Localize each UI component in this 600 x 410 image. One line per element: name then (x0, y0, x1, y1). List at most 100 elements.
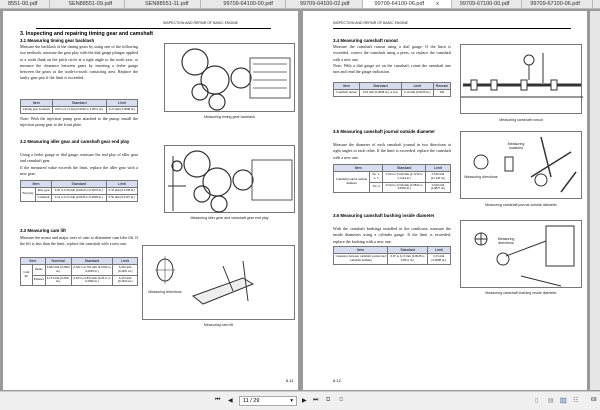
idler-gear-illustration (164, 145, 295, 213)
col-header: Standard (51, 180, 107, 188)
running-header: INSPECTION AND REPAIR OF BASIC ENGINE (333, 21, 409, 25)
table-3-4: Item Standard Limit Remark Camshaft runout 0… (333, 82, 452, 97)
heading-3-3: 3.3 Measuring cam lift (20, 228, 66, 233)
cell: No. 1, 2, 3 (368, 171, 384, 183)
cell: 53.90 mm [2.1220 in.] (424, 171, 452, 183)
table-3-2: Item Standard Limit End play Idler gear 0.05… (19, 180, 139, 202)
page-number-input[interactable]: 11 / 29 ▾ (239, 396, 297, 406)
cell: 6.502 to 6.702 mm [0.2560 to 0.2639 in.] (70, 264, 114, 276)
close-tab-icon[interactable]: x (436, 1, 439, 7)
col-header: Standard (382, 164, 426, 172)
heading-3-6: 3.6 Measuring camshaft bushing inside di… (333, 213, 435, 218)
continuous-facing-icon[interactable]: ☷ (573, 397, 578, 404)
body-3-6: With the camshaft bushings installed in … (333, 226, 451, 244)
bottom-toolbar: ⏮ ◀ 11 / 29 ▾ ▶ ⏭ ⧉ ⧉ ▯ ▤ ▯▯ ☷ 69 (0, 391, 600, 410)
col-header: Limit (105, 99, 139, 107)
cell: 0.50 mm [0.0197 in.] (105, 193, 139, 202)
cell: 52.90 mm [2.0827 in.] (424, 181, 452, 194)
section-title: 3. Inspecting and repairing timing gear … (20, 31, 154, 37)
header-rule (36, 28, 271, 29)
cell: 0.25 mm [0.0098 in.] (426, 253, 452, 265)
figure-caption: Measuring idler gear and camshaft gear e… (190, 216, 269, 220)
figure-label: Measuring directions (497, 237, 515, 245)
bushing-diameter-illustration: Measuring directions (460, 220, 582, 288)
tab[interactable]: SEN88551-09.pdf (50, 0, 126, 8)
continuous-page-icon[interactable]: ▤ (548, 397, 554, 404)
table-3-5: Item Standard Limit Camshaft journal outsi… (332, 164, 452, 194)
previous-view-icon[interactable]: ⧉ (326, 397, 330, 404)
col-header: Standard (70, 257, 114, 265)
cell: 6.602 mm [0.2600 in.] (44, 264, 72, 276)
figure-caption: Measuring camshaft journal outside diame… (485, 203, 557, 207)
cell: Intake (31, 264, 46, 276)
single-page-icon[interactable]: ▯ (535, 397, 538, 404)
body-3-5: Measure the diameter of each camshaft jo… (333, 142, 451, 160)
cell: 0.05 to 0.20 mm [0.0020 to 0.0079 in.] (51, 187, 107, 195)
cell: Camshaft (35, 193, 53, 202)
figure-label: Measuring directions (464, 175, 498, 179)
next-page-icon[interactable]: ▶ (302, 397, 307, 404)
heading-3-2: 3.2 Measuring idler gear and camshaft ge… (20, 139, 130, 144)
cell: 0.35 mm [0.0138 in.] (105, 187, 139, 195)
tab[interactable]: 99709-64100-00.pdf (201, 0, 286, 8)
previous-page-icon[interactable]: ◀ (228, 397, 233, 404)
col-header: Standard (387, 246, 428, 254)
figure-label: Measuring locations (507, 142, 525, 150)
body-3-1: Measure the backlash of the timing gears… (20, 44, 138, 81)
col-header: Item (19, 180, 53, 188)
col-header: Nominal (44, 257, 72, 265)
tab[interactable]: 99709-67100-06.pdf (522, 0, 593, 8)
body-3-4: Measure the camshaft runout using a dial… (333, 44, 451, 62)
figure-caption: Measuring timing gear backlash (204, 115, 255, 119)
col-header: Item (20, 257, 46, 265)
col-header: Limit (424, 164, 452, 172)
figure-caption: Measuring cam lift (203, 323, 234, 327)
col-header: Item (333, 82, 360, 90)
col-header: Item (332, 246, 389, 254)
table-3-6: Item Standard Limit Clearance between cams… (332, 246, 452, 265)
cell: 52.94 to 52.96 mm [2.0842 to 2.0850 in.] (382, 181, 426, 194)
cell: 6.733 mm [0.2651 in.] (44, 274, 72, 287)
cam-lobe-icon (155, 256, 255, 305)
tab[interactable]: 8551-00.pdf (0, 0, 51, 8)
note-3-4: Note: With a dial gauge set on the camsh… (333, 63, 451, 75)
tab-active[interactable]: 99709-64100-06.pdf x (362, 0, 452, 8)
cell: Clearance between camshaft journal and c… (332, 253, 389, 265)
cell: 0.02 mm [0.0008 in.] or less (359, 89, 402, 97)
tab[interactable]: 99709-67100-00.pdf (452, 0, 523, 8)
table-3-3: Item Nominal Standard Limit Cam lift Intake 6… (20, 257, 138, 287)
facing-pages-icon[interactable]: ▯▯ (560, 397, 567, 404)
pdf-page-left: INSPECTION AND REPAIR OF BASIC ENGINE 3.… (3, 11, 298, 390)
note-3-1: Note: With the injection pump gear attac… (20, 116, 138, 128)
figure-label: Measuring directions (148, 290, 182, 294)
cell: Camshaft runout (333, 89, 360, 97)
camshaft-dial-gauge-icon (461, 53, 583, 98)
col-header: Remark (432, 82, 452, 90)
chevron-down-icon[interactable]: ▾ (290, 397, 293, 405)
tab[interactable]: 99709-64100-02.pdf (286, 0, 363, 8)
timing-gear-illustration (164, 43, 295, 112)
first-page-icon[interactable]: ⏮ (215, 397, 220, 404)
tab[interactable]: SEN88551-11.pdf (125, 0, 202, 8)
cell: No. 4 (368, 181, 384, 194)
col-header: Standard (359, 82, 402, 90)
cell: 0.25 mm [0.0098 in.] (105, 106, 139, 114)
vertical-scrollbar[interactable] (590, 11, 600, 390)
heading-3-1: 3.1 Measuring timing gear backlash (20, 38, 95, 43)
col-header: Limit (112, 257, 138, 265)
heading-3-4: 3.4 Measuring camshaft runout (333, 38, 398, 43)
cell: 53.94 to 53.96 mm [2.1236 to 2.1244 in.] (382, 171, 426, 183)
journal-diameter-illustration: Measuring locations Measuring directions (460, 131, 582, 199)
cell: 0.10 to 0.25 mm [0.0039 to 0.0098 in.] (51, 193, 107, 202)
body-3-2b: If the measured value exceeds the limit,… (20, 165, 138, 177)
figure-caption: Measuring camshaft runout (499, 118, 543, 122)
page-number: 6-12 (333, 378, 342, 383)
zoom-level[interactable]: 69 (591, 397, 597, 403)
camshaft-runout-illustration (460, 44, 583, 114)
last-page-icon[interactable]: ⏭ (313, 397, 318, 404)
cell: TIR (432, 89, 452, 97)
next-view-icon[interactable]: ⧉ (339, 397, 343, 404)
cell: Camshaft journal outside diameter (333, 170, 370, 194)
body-3-3: Measure the minor and major axes of cam … (20, 235, 138, 247)
table-3-1: Item Standard Limit Timing gear backlash 0.… (20, 99, 139, 114)
